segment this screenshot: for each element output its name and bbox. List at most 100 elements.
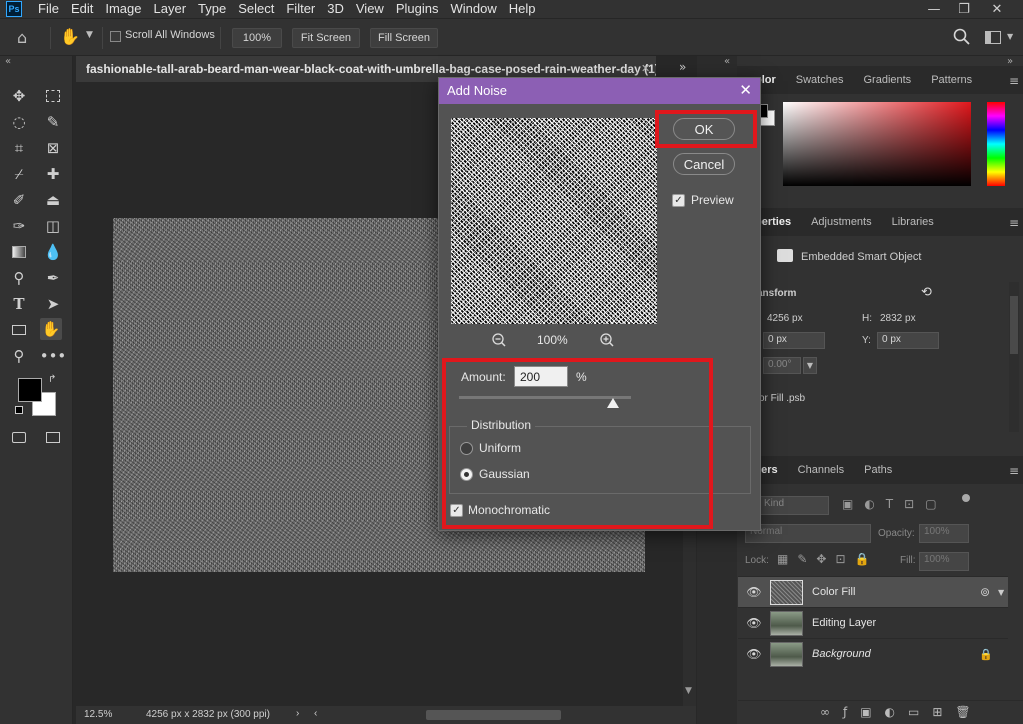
visibility-eye-icon[interactable]: 👁 bbox=[738, 585, 770, 599]
dodge-tool-icon[interactable]: ⚲ bbox=[8, 267, 30, 289]
layer-name[interactable]: Color Fill bbox=[812, 586, 855, 598]
layer-lock-icon[interactable]: 🔒 bbox=[979, 648, 993, 661]
scroll-all-windows-checkbox[interactable] bbox=[110, 31, 121, 42]
menu-3d[interactable]: 3D bbox=[321, 0, 350, 18]
preview-checkbox[interactable]: ✓ bbox=[672, 194, 685, 207]
scroll-down-icon[interactable]: ▼ bbox=[685, 686, 692, 696]
minimize-icon[interactable]: — bbox=[919, 0, 949, 18]
layer-filter-icons[interactable]: ▣◐T⊡▢ bbox=[842, 497, 948, 511]
lasso-tool-icon[interactable]: ◌ bbox=[8, 111, 30, 133]
more-tools-icon[interactable]: ••• bbox=[40, 345, 67, 367]
zoom-level[interactable]: 12.5% bbox=[84, 709, 112, 720]
layer-row-background[interactable]: 👁 Background 🔒 bbox=[738, 638, 1008, 669]
zoom-100-button[interactable]: 100% bbox=[232, 28, 282, 48]
fill-field[interactable]: 100% bbox=[919, 552, 969, 571]
document-info[interactable]: 4256 px x 2832 px (300 ppi) bbox=[146, 709, 270, 720]
layer-filter-kind[interactable]: Kind bbox=[759, 496, 829, 515]
blur-tool-icon[interactable]: 💧 bbox=[42, 241, 64, 263]
rectangle-tool-icon[interactable] bbox=[8, 319, 30, 341]
tab-patterns[interactable]: Patterns bbox=[921, 74, 982, 86]
blend-mode-select[interactable]: Normal bbox=[745, 524, 871, 543]
eraser-tool-icon[interactable]: ◫ bbox=[42, 215, 64, 237]
visibility-eye-icon[interactable]: 👁 bbox=[738, 616, 770, 630]
hand-tool-active-icon[interactable]: ✋ bbox=[40, 318, 62, 340]
crop-tool-icon[interactable]: ⌗ bbox=[8, 137, 30, 159]
menu-select[interactable]: Select bbox=[232, 0, 280, 18]
lock-icons[interactable]: ▦✎✥⊡🔒 bbox=[777, 552, 878, 566]
quick-mask-icon[interactable] bbox=[8, 426, 30, 448]
menu-window[interactable]: Window bbox=[444, 0, 502, 18]
smart-filter-icon[interactable]: ⊚ bbox=[980, 585, 990, 599]
layer-expand-chevron-icon[interactable]: ▼ bbox=[998, 588, 1004, 597]
opacity-field[interactable]: 100% bbox=[919, 524, 969, 543]
marquee-tool-icon[interactable] bbox=[42, 85, 64, 107]
reset-transform-icon[interactable]: ⟲ bbox=[921, 285, 932, 300]
tab-paths[interactable]: Paths bbox=[854, 464, 902, 476]
home-icon[interactable]: ⌂ bbox=[17, 28, 39, 48]
layer-name[interactable]: Editing Layer bbox=[812, 617, 876, 629]
color-picker-field[interactable] bbox=[783, 102, 971, 186]
workspace-icon[interactable] bbox=[985, 31, 1001, 44]
pen-tool-icon[interactable]: ✒ bbox=[42, 267, 64, 289]
collapse-tools-icon[interactable]: « bbox=[5, 56, 11, 67]
tab-channels[interactable]: Channels bbox=[788, 464, 854, 476]
zoom-out-icon[interactable] bbox=[491, 332, 507, 348]
fill-screen-button[interactable]: Fill Screen bbox=[370, 28, 438, 48]
horizontal-scrollbar-thumb[interactable] bbox=[426, 710, 561, 720]
tab-swatches[interactable]: Swatches bbox=[786, 74, 854, 86]
menu-view[interactable]: View bbox=[350, 0, 390, 18]
filter-toggle-icon[interactable] bbox=[962, 494, 970, 502]
layer-row-color-fill[interactable]: 👁 Color Fill ⊚ ▼ bbox=[738, 576, 1008, 607]
status-arrow-icon[interactable]: › bbox=[296, 708, 299, 719]
close-window-icon[interactable]: ✕ bbox=[982, 0, 1012, 18]
workspace-chevron-icon[interactable]: ▼ bbox=[1007, 32, 1013, 41]
tab-gradients[interactable]: Gradients bbox=[853, 74, 921, 86]
menu-edit[interactable]: Edit bbox=[65, 0, 99, 18]
menu-layer[interactable]: Layer bbox=[148, 0, 193, 18]
dialog-close-icon[interactable]: ✕ bbox=[739, 81, 752, 99]
visibility-eye-icon[interactable]: 👁 bbox=[738, 647, 770, 661]
eyedropper-tool-icon[interactable]: ⌿ bbox=[8, 163, 30, 185]
properties-menu-icon[interactable]: ≡ bbox=[1009, 216, 1019, 230]
menu-file[interactable]: File bbox=[32, 0, 65, 18]
scroll-left-icon[interactable]: ‹ bbox=[314, 708, 317, 719]
close-tab-icon[interactable]: ✕ bbox=[641, 62, 650, 75]
color-panel-menu-icon[interactable]: ≡ bbox=[1009, 74, 1019, 88]
brush-tool-icon[interactable]: ✐ bbox=[8, 189, 30, 211]
menu-type[interactable]: Type bbox=[192, 0, 232, 18]
tab-adjustments[interactable]: Adjustments bbox=[801, 216, 882, 228]
layer-row-editing-layer[interactable]: 👁 Editing Layer bbox=[738, 607, 1008, 638]
menu-image[interactable]: Image bbox=[99, 0, 147, 18]
x-position-field[interactable]: 0 px bbox=[763, 332, 825, 349]
quick-selection-tool-icon[interactable]: ✎ bbox=[42, 111, 64, 133]
hue-slider[interactable] bbox=[987, 102, 1005, 186]
move-tool-icon[interactable]: ✥ bbox=[8, 85, 30, 107]
zoom-in-icon[interactable] bbox=[599, 332, 615, 348]
menu-filter[interactable]: Filter bbox=[280, 0, 321, 18]
angle-field[interactable]: 0.00° bbox=[763, 357, 801, 374]
menu-help[interactable]: Help bbox=[503, 0, 542, 18]
dialog-title-bar[interactable]: Add Noise ✕ bbox=[439, 78, 760, 104]
noise-preview[interactable] bbox=[451, 118, 657, 324]
type-tool-icon[interactable]: T bbox=[8, 293, 30, 315]
expand-panels-icon[interactable]: » bbox=[679, 60, 686, 74]
tab-libraries[interactable]: Libraries bbox=[882, 216, 944, 228]
properties-scrollbar[interactable] bbox=[1009, 282, 1019, 432]
restore-icon[interactable]: ❐ bbox=[949, 0, 979, 18]
fit-screen-button[interactable]: Fit Screen bbox=[292, 28, 360, 48]
screen-mode-icon[interactable] bbox=[42, 426, 64, 448]
history-brush-tool-icon[interactable]: ✑ bbox=[8, 215, 30, 237]
clone-stamp-tool-icon[interactable]: ⏏ bbox=[42, 189, 64, 211]
layers-menu-icon[interactable]: ≡ bbox=[1009, 464, 1019, 478]
y-position-field[interactable]: 0 px bbox=[877, 332, 939, 349]
angle-dropdown-icon[interactable]: ▼ bbox=[803, 357, 817, 374]
healing-brush-tool-icon[interactable]: ✚ bbox=[42, 163, 64, 185]
swap-colors-icon[interactable]: ↱ bbox=[48, 374, 56, 385]
collapse-panels-icon[interactable]: « bbox=[724, 56, 730, 67]
search-icon[interactable] bbox=[953, 28, 973, 48]
chevron-down-icon[interactable]: ▼ bbox=[86, 30, 93, 40]
path-selection-tool-icon[interactable]: ➤ bbox=[42, 293, 64, 315]
gradient-tool-icon[interactable] bbox=[8, 241, 30, 263]
layer-name[interactable]: Background bbox=[812, 648, 871, 660]
default-colors-icon[interactable] bbox=[15, 406, 23, 414]
